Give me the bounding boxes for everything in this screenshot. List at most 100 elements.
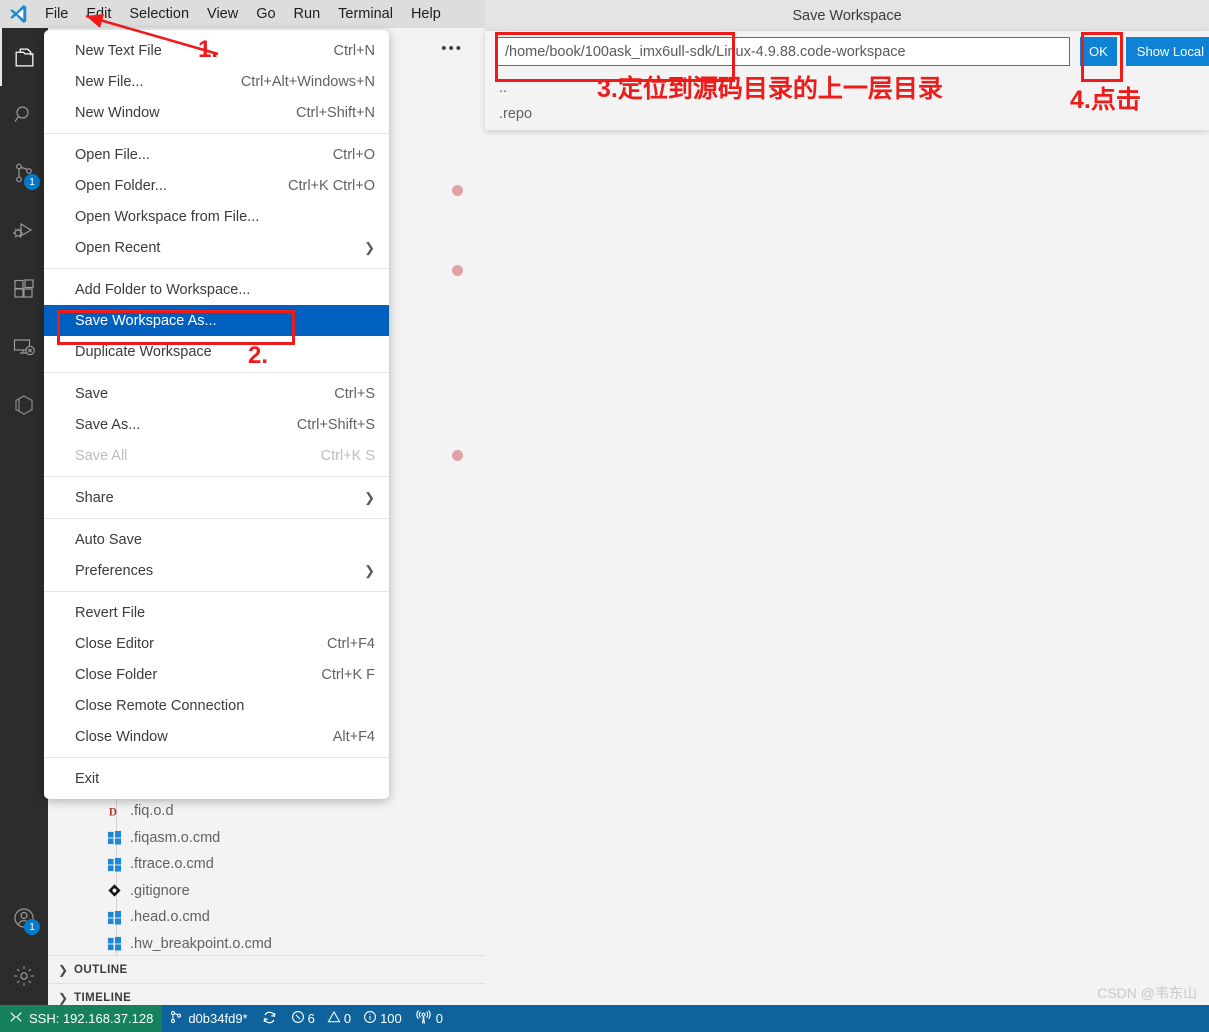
menu-item-close-editor[interactable]: Close Editor Ctrl+F4 (44, 628, 389, 659)
dialog-title-bar: Save Workspace (485, 0, 1209, 31)
status-branch[interactable]: d0b34fd9* (162, 1005, 254, 1032)
dialog-list-item[interactable]: .repo (499, 101, 532, 127)
remote-explorer-screen-icon (12, 335, 36, 359)
status-radio-count: 0 (435, 1011, 444, 1026)
status-problems[interactable]: 6 0 100 (284, 1005, 409, 1032)
dialog-input-row: OK Show Local (497, 37, 1209, 66)
tree-item-label: .head.o.cmd (130, 909, 210, 926)
explorer-files-icon (12, 45, 37, 70)
menu-item-close-window[interactable]: Close Window Alt+F4 (44, 721, 389, 752)
status-sync[interactable] (255, 1005, 284, 1032)
extensions-blocks-icon (12, 277, 36, 301)
menu-item-auto-save[interactable]: Auto Save (44, 524, 389, 555)
menu-item-label: New Window (75, 104, 160, 121)
menubar-item-edit[interactable]: Edit (77, 1, 120, 27)
decoration-dot (452, 265, 463, 276)
menu-item-shortcut: Alt+F4 (332, 728, 375, 745)
container-box-icon (12, 393, 36, 417)
menu-item-share[interactable]: Share ❯ (44, 482, 389, 513)
menubar-item-file[interactable]: File (36, 1, 78, 27)
activity-item-run-and-debug[interactable] (0, 202, 48, 260)
git-file-icon (106, 882, 123, 899)
activity-item-containers[interactable] (0, 376, 48, 434)
menu-item-label: Share (75, 489, 114, 506)
menu-item-new-file[interactable]: New File... Ctrl+Alt+Windows+N (44, 66, 389, 97)
radio-tower-icon (416, 1009, 431, 1028)
menu-item-close-folder[interactable]: Close Folder Ctrl+K F (44, 659, 389, 690)
chevron-right-icon: ❯ (58, 962, 69, 977)
menu-item-close-remote-connection[interactable]: Close Remote Connection (44, 690, 389, 721)
activity-item-settings[interactable] (0, 947, 48, 1005)
menu-item-save-workspace-as[interactable]: Save Workspace As... (44, 305, 389, 336)
tree-item[interactable]: .fiqasm.o.cmd (48, 825, 485, 852)
windows-file-icon (106, 935, 123, 952)
workspace-path-input[interactable] (497, 37, 1070, 66)
status-remote-host[interactable]: SSH: 192.168.37.128 (0, 1005, 163, 1032)
ellipsis-icon[interactable]: ••• (441, 40, 463, 57)
menu-item-duplicate-workspace[interactable]: Duplicate Workspace (44, 336, 389, 367)
vscode-window: 1 1 ••• D .fiq.o.d .fiqasm.o.cmd .ftrace… (0, 0, 1209, 1032)
status-infos: 100 (363, 1010, 402, 1027)
menu-item-label: Open Folder... (75, 177, 167, 194)
menu-item-revert-file[interactable]: Revert File (44, 597, 389, 628)
menu-separator (44, 372, 389, 373)
menu-item-shortcut: Ctrl+Alt+Windows+N (240, 73, 375, 90)
panel-outline-label: OUTLINE (74, 963, 128, 976)
menubar-item-view[interactable]: View (198, 1, 247, 27)
tree-item[interactable]: D .fiq.o.d (48, 798, 485, 825)
tree-item[interactable]: .ftrace.o.cmd (48, 851, 485, 878)
menu-item-label: Save (75, 385, 109, 402)
activity-item-remote-explorer[interactable] (0, 318, 48, 376)
menu-item-shortcut: Ctrl+K F (321, 666, 375, 683)
tree-item-label: .ftrace.o.cmd (130, 856, 214, 873)
menu-item-save-as[interactable]: Save As... Ctrl+Shift+S (44, 409, 389, 440)
menu-item-add-folder-to-workspace[interactable]: Add Folder to Workspace... (44, 274, 389, 305)
activity-item-accounts[interactable]: 1 (0, 889, 48, 947)
activity-item-explorer[interactable] (0, 28, 48, 86)
chevron-right-icon: ❯ (58, 990, 69, 1005)
activity-item-source-control[interactable]: 1 (0, 144, 48, 202)
menu-item-open-folder[interactable]: Open Folder... Ctrl+K Ctrl+O (44, 170, 389, 201)
menu-separator (44, 133, 389, 134)
info-circle-icon (363, 1010, 377, 1027)
menu-item-preferences[interactable]: Preferences ❯ (44, 555, 389, 586)
menu-item-exit[interactable]: Exit (44, 763, 389, 794)
menu-item-label: Open File... (75, 146, 150, 163)
dialog-list-item[interactable]: .. (499, 75, 532, 101)
menu-item-save[interactable]: Save Ctrl+S (44, 378, 389, 409)
dialog-title: Save Workspace (792, 7, 902, 24)
menubar-item-help[interactable]: Help (402, 1, 450, 27)
editor-area (485, 0, 1209, 1005)
menu-separator (44, 757, 389, 758)
search-icon (12, 103, 36, 127)
chevron-right-icon: ❯ (364, 489, 375, 505)
activity-item-extensions[interactable] (0, 260, 48, 318)
tree-item[interactable]: .head.o.cmd (48, 904, 485, 931)
menubar-item-run[interactable]: Run (285, 1, 330, 27)
menubar-item-terminal[interactable]: Terminal (329, 1, 402, 27)
panel-timeline[interactable]: ❯ TIMELINE (48, 983, 485, 1005)
menu-item-open-recent[interactable]: Open Recent ❯ (44, 232, 389, 263)
panel-outline[interactable]: ❯ OUTLINE (48, 955, 485, 983)
menu-item-label: Auto Save (75, 531, 142, 548)
menu-item-new-window[interactable]: New Window Ctrl+Shift+N (44, 97, 389, 128)
ok-button[interactable]: OK (1080, 37, 1117, 66)
status-error-count: 6 (307, 1011, 315, 1026)
menu-item-label: New File... (75, 73, 144, 90)
menu-item-label: Duplicate Workspace (75, 343, 212, 360)
tree-item[interactable]: .gitignore (48, 878, 485, 905)
menubar-item-go[interactable]: Go (247, 1, 284, 27)
activity-item-search[interactable] (0, 86, 48, 144)
menubar-item-selection[interactable]: Selection (120, 1, 198, 27)
menu-item-open-workspace-from-file[interactable]: Open Workspace from File... (44, 201, 389, 232)
tree-item[interactable]: .hw_breakpoint.o.cmd (48, 931, 485, 958)
status-radio-tower[interactable]: 0 (409, 1005, 450, 1032)
show-local-button[interactable]: Show Local (1125, 37, 1209, 66)
menu-item-shortcut: Ctrl+K Ctrl+O (287, 177, 375, 194)
menu-item-open-file[interactable]: Open File... Ctrl+O (44, 139, 389, 170)
file-menu: New Text File Ctrl+N New File... Ctrl+Al… (44, 30, 389, 799)
tree-item-label: .fiq.o.d (130, 803, 174, 820)
menu-item-label: Preferences (75, 562, 154, 579)
gear-icon (12, 964, 36, 988)
menu-separator (44, 476, 389, 477)
